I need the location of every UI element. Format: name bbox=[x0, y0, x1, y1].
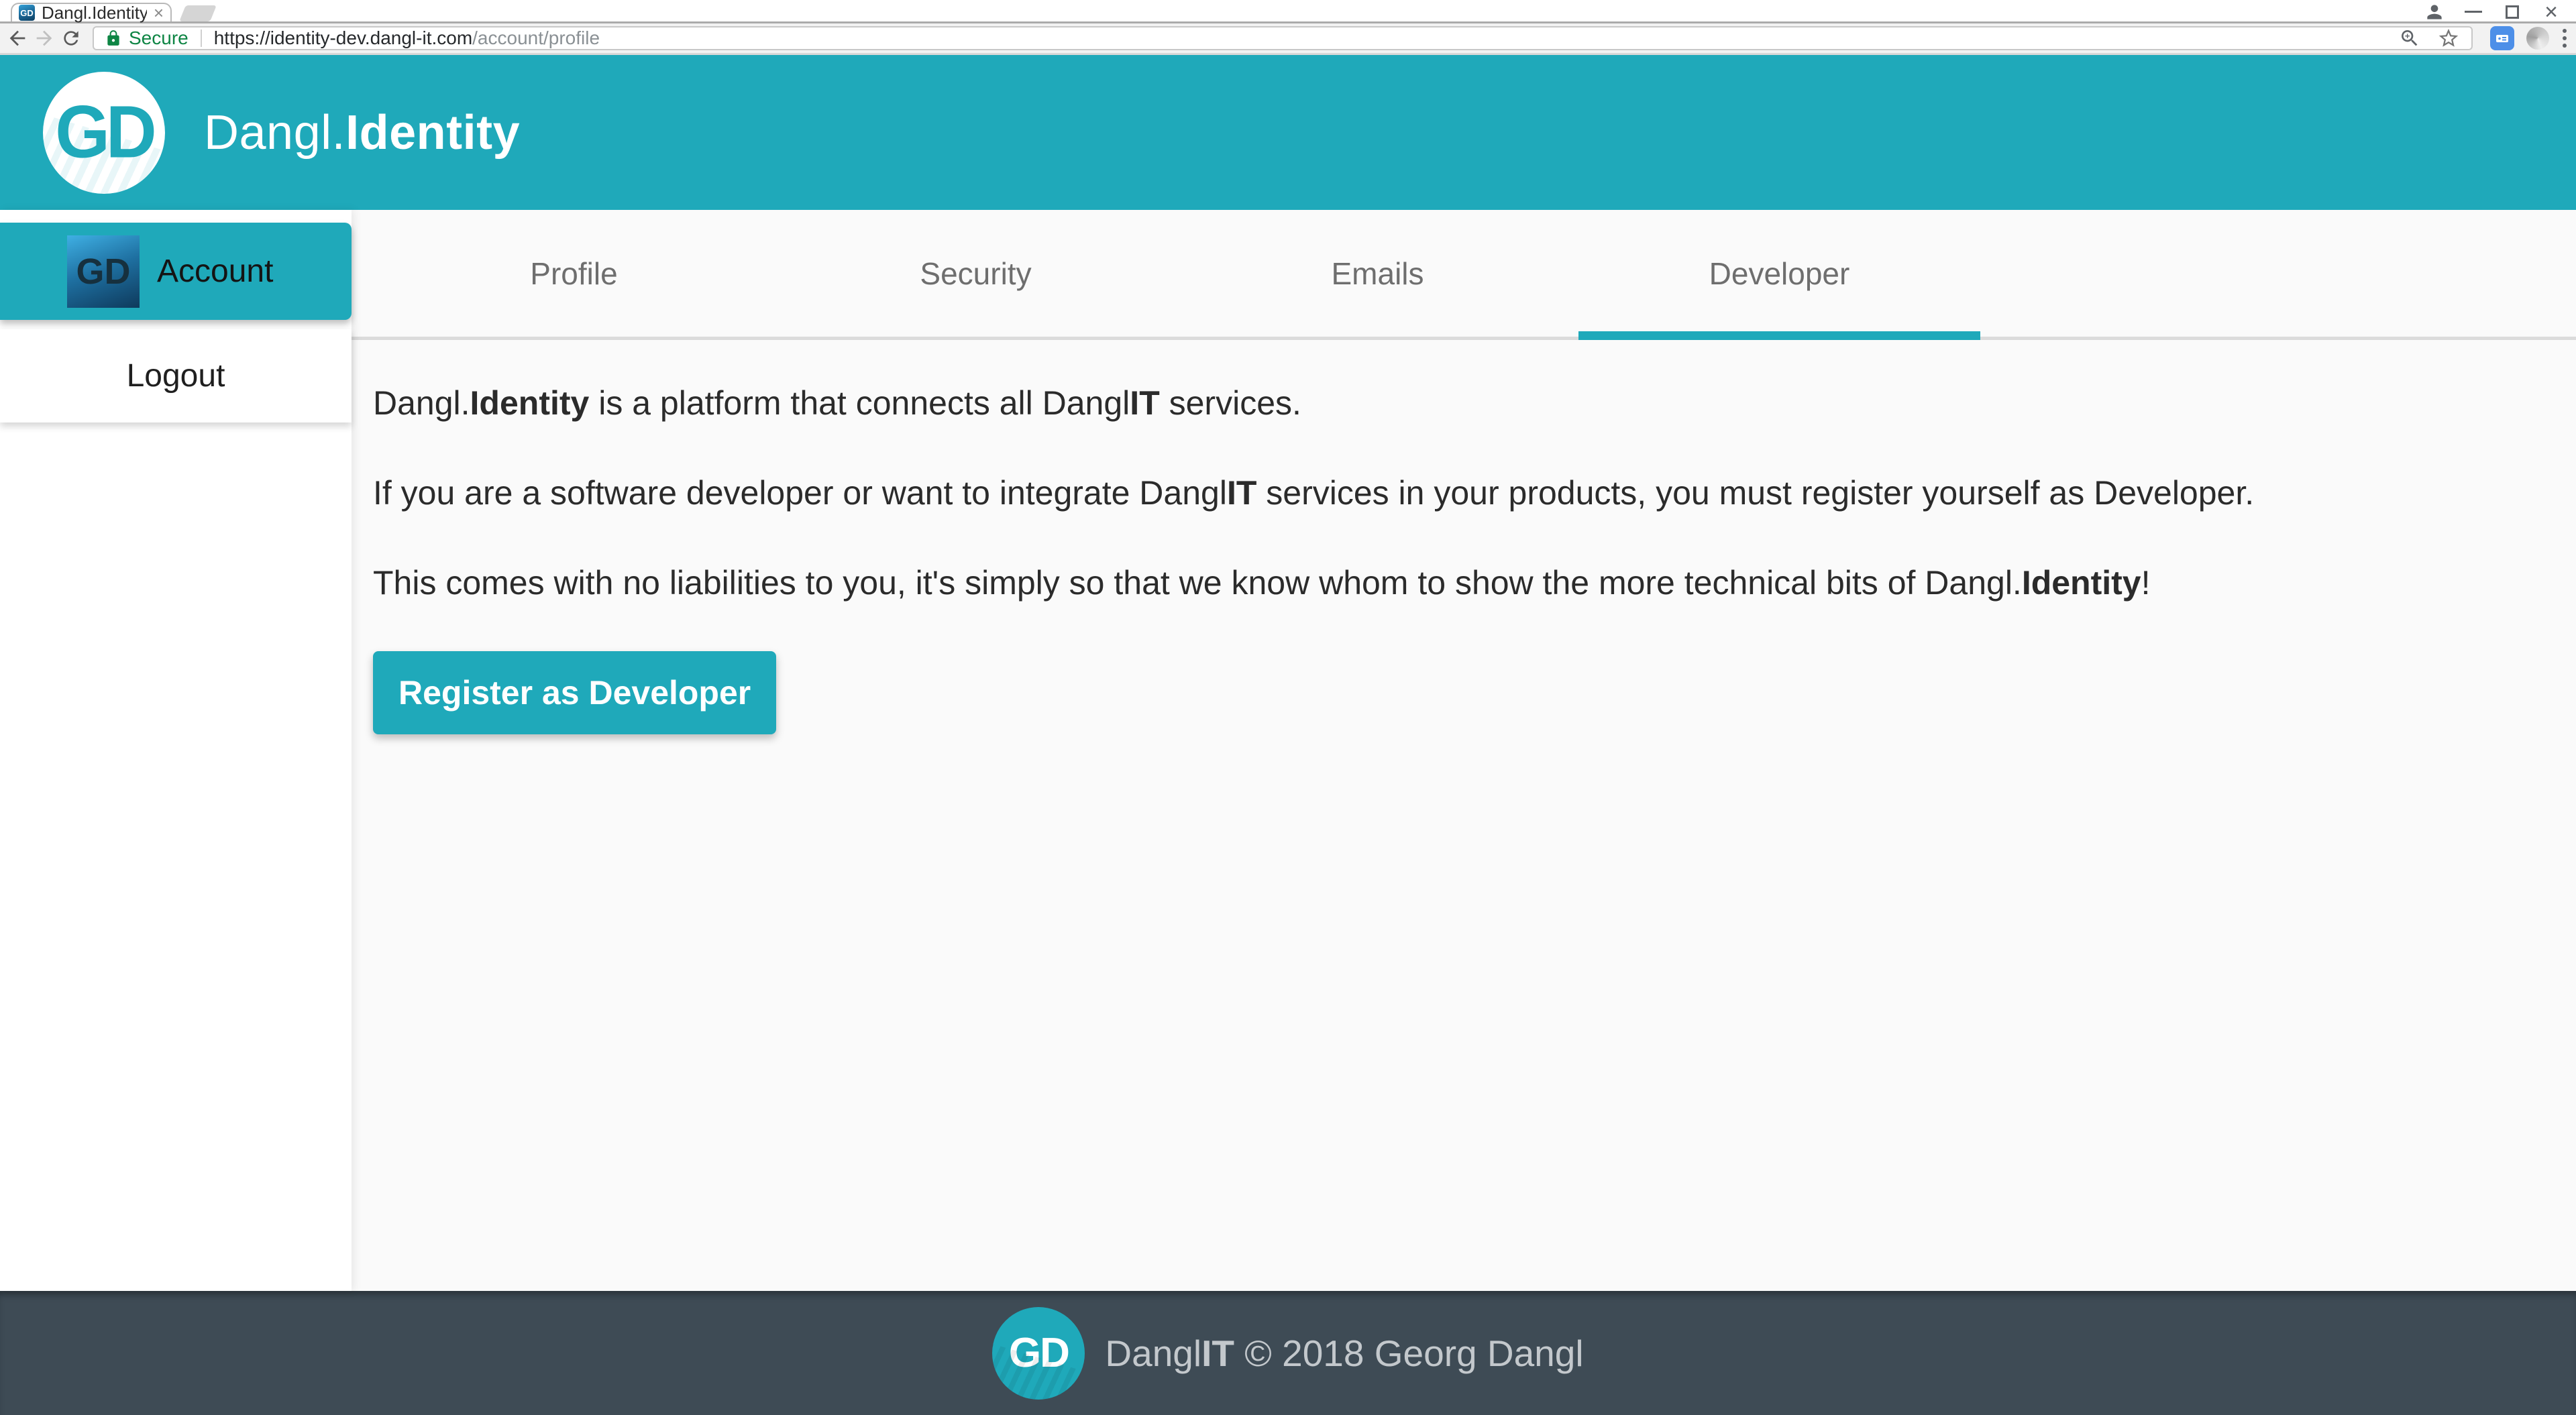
app-logo[interactable]: GD bbox=[43, 72, 165, 194]
app-logo-gd-icon: GD bbox=[55, 91, 153, 175]
paragraph-liabilities: This comes with no liabilities to you, i… bbox=[373, 559, 2565, 607]
url-separator bbox=[201, 30, 202, 47]
star-icon bbox=[2437, 27, 2460, 50]
app-footer: GD DanglIT © 2018 Georg Dangl bbox=[0, 1291, 2576, 1415]
sidebar-account-label: Account bbox=[157, 253, 273, 290]
tab-close-icon[interactable]: × bbox=[154, 4, 164, 21]
sidebar: GD Account Logout bbox=[0, 210, 352, 1291]
main-content: Profile Security Emails Developer Dangl.… bbox=[352, 210, 2576, 1291]
copyright-text: DanglIT © 2018 Georg Dangl bbox=[1105, 1332, 1583, 1375]
refresh-icon bbox=[60, 27, 82, 49]
minimize-icon bbox=[2465, 11, 2482, 13]
bookmark-star-button[interactable] bbox=[2436, 26, 2461, 50]
page-title: Dangl.Identity bbox=[204, 105, 520, 160]
person-icon bbox=[2424, 1, 2445, 23]
refresh-button[interactable] bbox=[59, 26, 83, 50]
restore-icon bbox=[2506, 5, 2519, 19]
zoom-magnifier-icon bbox=[2399, 27, 2420, 49]
extension-tag-button[interactable] bbox=[2490, 26, 2514, 50]
tag-icon bbox=[2494, 30, 2510, 46]
browser-profile-button[interactable] bbox=[2415, 0, 2454, 23]
paragraph-platform: Dangl.Identity is a platform that connec… bbox=[373, 379, 2565, 427]
sidebar-item-account[interactable]: GD Account bbox=[0, 223, 352, 320]
sidebar-item-logout[interactable]: Logout bbox=[0, 329, 352, 422]
paragraph-register-info: If you are a software developer or want … bbox=[373, 469, 2565, 517]
developer-tab-content: Dangl.Identity is a platform that connec… bbox=[352, 340, 2576, 734]
minimize-button[interactable] bbox=[2454, 0, 2493, 23]
tab-developer[interactable]: Developer bbox=[1578, 210, 1980, 337]
forward-arrow-icon bbox=[33, 27, 56, 50]
browser-window: GD Dangl.Identity × × Secure http bbox=[0, 0, 2576, 1415]
url-host: https://identity-dev.dangl-it.com bbox=[214, 27, 472, 49]
back-arrow-icon bbox=[6, 27, 29, 50]
tab-security[interactable]: Security bbox=[775, 210, 1177, 337]
forward-button[interactable] bbox=[32, 26, 56, 50]
register-as-developer-button[interactable]: Register as Developer bbox=[373, 651, 776, 734]
window-controls: × bbox=[2415, 0, 2571, 23]
browser-tab[interactable]: GD Dangl.Identity × bbox=[11, 3, 172, 21]
close-button[interactable]: × bbox=[2532, 0, 2571, 23]
favicon-gd-icon: GD bbox=[19, 5, 35, 21]
browser-tab-title: Dangl.Identity bbox=[42, 3, 147, 23]
browser-menu-button[interactable] bbox=[2563, 29, 2567, 48]
url-path: /account/profile bbox=[472, 27, 600, 49]
extension-swirl-button[interactable] bbox=[2526, 27, 2549, 50]
browser-toolbar: Secure https://identity-dev.dangl-it.com… bbox=[0, 23, 2576, 55]
lock-icon bbox=[105, 30, 122, 47]
app-header: GD Dangl.Identity bbox=[0, 55, 2576, 210]
account-gd-icon: GD bbox=[67, 235, 140, 308]
tab-bar: Profile Security Emails Developer bbox=[352, 210, 2576, 340]
zoom-button[interactable] bbox=[2398, 26, 2422, 50]
tab-profile[interactable]: Profile bbox=[373, 210, 775, 337]
secure-badge: Secure bbox=[129, 27, 189, 49]
address-bar[interactable]: Secure https://identity-dev.dangl-it.com… bbox=[93, 26, 2473, 50]
tab-emails[interactable]: Emails bbox=[1177, 210, 1578, 337]
restore-button[interactable] bbox=[2493, 0, 2532, 23]
new-tab-button[interactable] bbox=[179, 5, 217, 21]
back-button[interactable] bbox=[5, 26, 30, 50]
footer-logo: GD bbox=[992, 1307, 1085, 1400]
active-tab-indicator bbox=[1578, 331, 1980, 340]
close-icon: × bbox=[2544, 1, 2558, 23]
browser-tabstrip: GD Dangl.Identity × × bbox=[0, 0, 2576, 23]
footer-logo-gd-icon: GD bbox=[1009, 1329, 1069, 1377]
